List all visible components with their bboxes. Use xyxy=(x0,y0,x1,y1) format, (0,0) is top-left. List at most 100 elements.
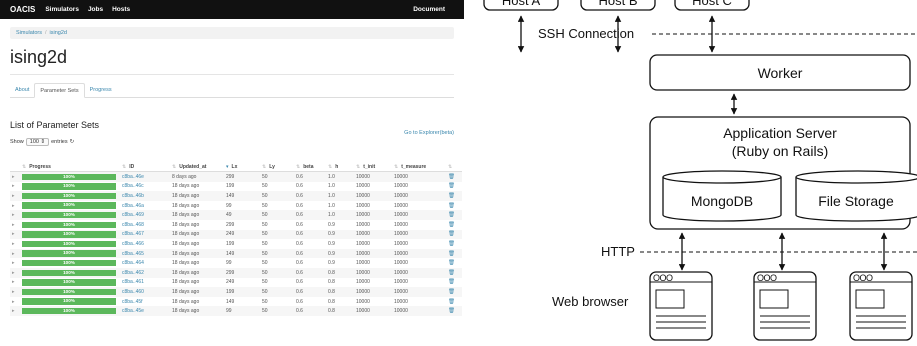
id-link[interactable]: c8ba..467 xyxy=(122,231,144,237)
t-measure-cell-td: 10000 xyxy=(392,248,446,259)
nav-hosts[interactable]: Hosts xyxy=(112,6,130,13)
expand-icon[interactable]: ▸ xyxy=(12,260,15,266)
t-init-cell-td: 10000 xyxy=(354,306,392,316)
trash-icon[interactable]: 🗑 xyxy=(448,193,455,199)
h-cell-td: 0.9 xyxy=(326,239,354,249)
trash-icon[interactable]: 🗑 xyxy=(448,222,455,228)
expand-icon[interactable]: ▸ xyxy=(12,222,15,228)
nav-document[interactable]: Document xyxy=(413,6,445,13)
expand-icon[interactable]: ▸ xyxy=(12,289,15,295)
header-id[interactable]: ⇅ ID xyxy=(120,162,170,172)
progress-cell-td: 100% xyxy=(20,239,120,249)
table-row[interactable]: ▸ 100% c8ba..462 18 days ago 299 50 0.6 0.8 1000… xyxy=(10,267,462,278)
table-row[interactable]: ▸ 100% c8ba..468 18 days ago 299 50 0.6 0.9 1000… xyxy=(10,220,462,230)
expand-icon[interactable]: ▸ xyxy=(12,241,15,247)
header-actions: ⇅ xyxy=(446,162,462,172)
expand-icon[interactable]: ▸ xyxy=(12,279,15,285)
explorer-link[interactable]: Go to Explorer(beta) xyxy=(404,130,454,136)
expand-icon[interactable]: ▸ xyxy=(12,212,15,218)
trash-icon[interactable]: 🗑 xyxy=(448,299,455,305)
header-t-init[interactable]: ⇅ t_init xyxy=(354,162,392,172)
id-link[interactable]: c8ba..468 xyxy=(122,222,144,228)
id-link[interactable]: c8ba..46e xyxy=(122,174,144,180)
table-row[interactable]: ▸ 100% c8ba..467 18 days ago 249 50 0.6 0.9 1000… xyxy=(10,229,462,240)
table-row[interactable]: ▸ 100% c8ba..460 18 days ago 199 50 0.6 0.8 1000… xyxy=(10,287,462,297)
expand-icon[interactable]: ▸ xyxy=(12,174,15,180)
id-link[interactable]: c8ba..462 xyxy=(122,270,144,276)
nav-jobs[interactable]: Jobs xyxy=(88,6,103,13)
table-row[interactable]: ▸ 100% c8ba..464 18 days ago 99 50 0.6 0.9 10000… xyxy=(10,258,462,268)
id-link[interactable]: c8ba..465 xyxy=(122,251,144,257)
table-row[interactable]: ▸ 100% c8ba..469 18 days ago 49 50 0.6 1.0 10000… xyxy=(10,210,462,220)
id-link[interactable]: c8ba..46a xyxy=(122,203,144,209)
refresh-icon[interactable]: ↻ xyxy=(70,139,75,145)
trash-icon[interactable]: 🗑 xyxy=(448,308,455,314)
nav-simulators[interactable]: Simulators xyxy=(45,6,79,13)
trash-icon[interactable]: 🗑 xyxy=(448,183,455,189)
h-cell-td: 1.0 xyxy=(326,171,354,182)
trash-icon[interactable]: 🗑 xyxy=(448,279,455,285)
trash-icon[interactable]: 🗑 xyxy=(448,260,455,266)
table-row[interactable]: ▸ 100% c8ba..46c 18 days ago 199 50 0.6 1.0 1000… xyxy=(10,182,462,192)
expand-icon[interactable]: ▸ xyxy=(12,193,15,199)
header-updated-at[interactable]: ⇅ Updated_at xyxy=(170,162,224,172)
id-link[interactable]: c8ba..45f xyxy=(122,299,143,305)
expand-icon[interactable]: ▸ xyxy=(12,203,15,209)
ly-cell-td: 50 xyxy=(260,287,294,297)
trash-icon[interactable]: 🗑 xyxy=(448,212,455,218)
expand-icon[interactable]: ▸ xyxy=(12,299,15,305)
trash-icon[interactable]: 🗑 xyxy=(448,270,455,276)
trash-icon[interactable]: 🗑 xyxy=(448,241,455,247)
expand-icon[interactable]: ▸ xyxy=(12,251,15,257)
ly-cell: 50 xyxy=(262,192,268,199)
t-init-cell-td: 10000 xyxy=(354,267,392,278)
progress-cell-td: 100% xyxy=(20,171,120,182)
id-link[interactable]: c8ba..464 xyxy=(122,260,144,266)
brand-logo[interactable]: OACIS xyxy=(10,5,35,14)
entries-select[interactable]: 100 ⇕ xyxy=(25,138,50,146)
tab-about[interactable]: About xyxy=(10,83,34,97)
trash-icon[interactable]: 🗑 xyxy=(448,203,455,209)
table-row[interactable]: ▸ 100% c8ba..466 18 days ago 199 50 0.6 0.9 1000… xyxy=(10,239,462,249)
table-row[interactable]: ▸ 100% c8ba..465 18 days ago 149 50 0.6 0.9 1000… xyxy=(10,248,462,259)
expand-icon[interactable]: ▸ xyxy=(12,270,15,276)
table-row[interactable]: ▸ 100% c8ba..45e 18 days ago 99 50 0.6 0.8 10000… xyxy=(10,306,462,316)
breadcrumb-simulators[interactable]: Simulators xyxy=(16,30,42,36)
id-link[interactable]: c8ba..460 xyxy=(122,289,144,295)
h-cell-td: 1.0 xyxy=(326,191,354,201)
header-lx[interactable]: ▾ Lx xyxy=(224,162,260,172)
table-row[interactable]: ▸ 100% c8ba..46b 18 days ago 149 50 0.6 1.0 1000… xyxy=(10,191,462,201)
expand-icon[interactable]: ▸ xyxy=(12,231,15,237)
trash-icon[interactable]: 🗑 xyxy=(448,289,455,295)
trash-icon[interactable]: 🗑 xyxy=(448,174,455,180)
expand-icon[interactable]: ▸ xyxy=(12,183,15,189)
id-link[interactable]: c8ba..469 xyxy=(122,212,144,218)
lx-cell: 299 xyxy=(226,269,235,276)
header-progress[interactable]: ⇅ Progress xyxy=(20,162,120,172)
id-link[interactable]: c8ba..466 xyxy=(122,241,144,247)
expand-icon-cell: ▸ xyxy=(10,278,20,288)
trash-icon[interactable]: 🗑 xyxy=(448,251,455,257)
trash-icon-cell: 🗑 xyxy=(446,267,462,278)
header-h[interactable]: ⇅ h xyxy=(326,162,354,172)
header-t-measure[interactable]: ⇅ t_measure xyxy=(392,162,446,172)
header-beta[interactable]: ⇅ beta xyxy=(294,162,326,172)
breadcrumb-current[interactable]: ising2d xyxy=(50,30,67,36)
table-row[interactable]: ▸ 100% c8ba..46a 18 days ago 99 50 0.6 1.0 10000… xyxy=(10,201,462,211)
beta-cell: 0.6 xyxy=(296,192,303,199)
expand-icon[interactable]: ▸ xyxy=(12,308,15,314)
tab-progress[interactable]: Progress xyxy=(85,83,117,97)
ly-cell: 50 xyxy=(262,240,268,247)
trash-icon[interactable]: 🗑 xyxy=(448,231,455,237)
table-row[interactable]: ▸ 100% c8ba..45f 18 days ago 149 50 0.6 0.8 1000… xyxy=(10,297,462,307)
id-link[interactable]: c8ba..46c xyxy=(122,183,144,189)
tab-parameter-sets[interactable]: Parameter Sets xyxy=(34,83,85,98)
header-ly[interactable]: ⇅ Ly xyxy=(260,162,294,172)
table-row[interactable]: ▸ 100% c8ba..46e 8 days ago 299 50 0.6 1.0 10000… xyxy=(10,171,462,182)
id-link[interactable]: c8ba..46b xyxy=(122,193,144,199)
progress-cell: 100% xyxy=(22,240,116,248)
id-link[interactable]: c8ba..461 xyxy=(122,279,144,285)
table-row[interactable]: ▸ 100% c8ba..461 18 days ago 249 50 0.6 0.8 1000… xyxy=(10,278,462,288)
progress-cell: 100% xyxy=(22,307,116,315)
id-link[interactable]: c8ba..45e xyxy=(122,308,144,314)
